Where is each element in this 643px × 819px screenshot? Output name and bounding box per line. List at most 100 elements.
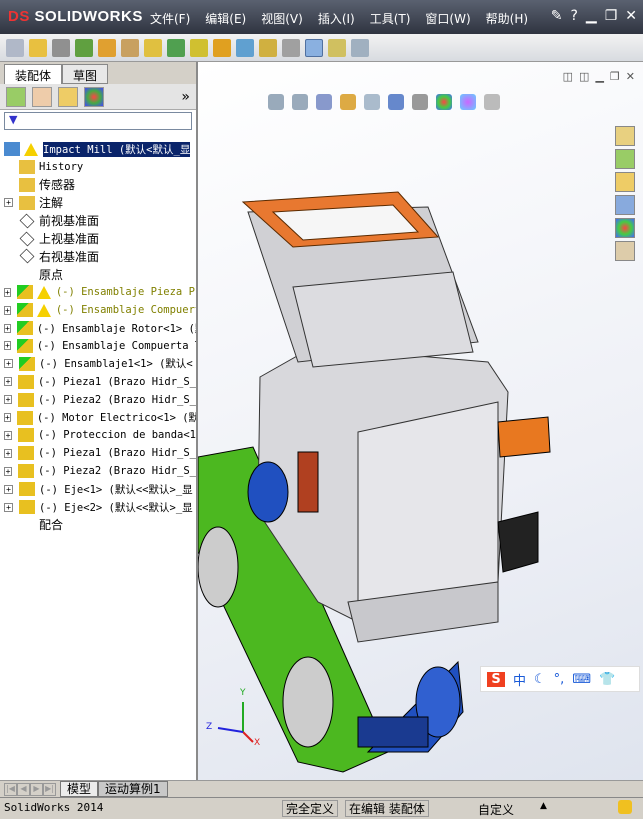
tree-item[interactable]: + (-) Motor Electrico<1> (默	[0, 409, 196, 427]
units-arrow-icon[interactable]: ▲	[540, 801, 547, 811]
menu-tools[interactable]: 工具(T)	[370, 10, 411, 27]
expand-icon[interactable]: +	[4, 323, 11, 333]
minimize-button[interactable]: ▁	[586, 8, 597, 24]
tree-item[interactable]: + (-) Ensamblaje1<1> (默认<	[0, 355, 196, 373]
tab-motion-study[interactable]: 运动算例1	[98, 781, 168, 797]
expand-icon[interactable]: +	[4, 484, 13, 494]
tree-item[interactable]: 上视基准面	[0, 230, 196, 248]
new-component-icon[interactable]	[6, 38, 24, 57]
tree-item[interactable]: 前视基准面	[0, 212, 196, 230]
shaft-coupling	[497, 416, 551, 458]
tree-item[interactable]: Impact Mill (默认<默认_显	[0, 140, 196, 158]
expand-icon[interactable]: +	[4, 287, 11, 297]
half-width-icon[interactable]: ☾	[534, 672, 546, 687]
status-app-version: SolidWorks 2014	[4, 801, 104, 814]
expand-icon[interactable]: +	[4, 430, 12, 440]
assembly-features-icon[interactable]	[167, 38, 185, 57]
tree-item[interactable]: + (-) Pieza1 (Brazo Hidr_S_	[0, 444, 196, 462]
last-tab-button[interactable]: ▶|	[43, 782, 56, 796]
next-tab-button[interactable]: ▶	[30, 782, 43, 796]
smart-fasteners-icon[interactable]	[98, 38, 116, 57]
feature-manager-icon[interactable]	[6, 86, 26, 107]
menu-help[interactable]: 帮助(H)	[486, 10, 528, 27]
plane-icon	[19, 231, 35, 246]
tree-item-label: (-) Ensamblaje1<1> (默认<	[39, 358, 193, 371]
snapshot-icon[interactable]	[351, 38, 369, 57]
menu-window[interactable]: 窗口(W)	[425, 10, 470, 27]
logo-text: SOLIDWORKS	[34, 8, 143, 25]
tree-item[interactable]: 原点	[0, 265, 196, 283]
tree-item[interactable]: + (-) Ensamblaje Compuerta T	[0, 337, 196, 355]
expand-icon[interactable]: +	[4, 198, 13, 208]
menu-view[interactable]: 视图(V)	[261, 10, 303, 27]
expand-icon[interactable]: +	[4, 377, 12, 387]
first-tab-button[interactable]: |◀	[4, 782, 17, 796]
mate-icon[interactable]	[52, 38, 70, 57]
tree-item[interactable]: + (-) Proteccion de banda<1	[0, 426, 196, 444]
tab-assembly[interactable]: 装配体	[4, 64, 63, 84]
keyboard-icon[interactable]: ⌨	[572, 672, 591, 687]
warning-icon	[36, 285, 51, 299]
restore-button[interactable]: ❐	[605, 8, 618, 24]
property-manager-icon[interactable]	[32, 86, 52, 107]
expand-panel-button[interactable]: »	[181, 89, 190, 105]
tree-item-label: (-) Proteccion de banda<1	[37, 429, 196, 442]
menu-edit[interactable]: 编辑(E)	[205, 10, 246, 27]
tree-item[interactable]: 右视基准面	[0, 247, 196, 265]
part-icon	[16, 410, 33, 425]
close-button[interactable]: ✕	[625, 8, 637, 24]
tree-item[interactable]: + (-) Eje<1> (默认<<默认>_显	[0, 480, 196, 498]
move-component-icon[interactable]	[121, 38, 139, 57]
tree-item[interactable]: + (-) Pieza2 (Brazo Hidr_S_	[0, 391, 196, 409]
tree-item[interactable]: + (-) Eje<2> (默认<<默认>_显	[0, 498, 196, 516]
tree-item[interactable]: + (-) Ensamblaje Compuert	[0, 301, 196, 319]
tree-item[interactable]: History	[0, 158, 196, 176]
instant3d-icon[interactable]	[305, 38, 323, 57]
punctuation-icon[interactable]: °,	[554, 672, 565, 687]
skin-icon[interactable]: 👕	[599, 672, 615, 687]
expand-icon[interactable]: +	[4, 502, 13, 512]
pin-icon[interactable]: ✎	[551, 8, 563, 24]
help-icon[interactable]: ?	[570, 8, 577, 24]
linear-pattern-icon[interactable]	[75, 38, 93, 57]
new-motion-study-icon[interactable]	[213, 38, 231, 57]
display-manager-icon[interactable]	[84, 86, 104, 107]
show-hidden-icon[interactable]	[144, 38, 162, 57]
explode-line-icon[interactable]	[282, 38, 300, 57]
tree-item[interactable]: + (-) Pieza2 (Brazo Hidr_S_	[0, 462, 196, 480]
menu-file[interactable]: 文件(F)	[150, 10, 190, 27]
ime-language-toggle[interactable]: 中	[513, 670, 526, 689]
bearing	[247, 461, 289, 523]
expand-icon[interactable]: +	[4, 341, 11, 351]
bill-of-materials-icon[interactable]	[236, 38, 254, 57]
expand-icon[interactable]: +	[4, 305, 11, 315]
graphics-area[interactable]: ◫ ◫ ▁ ❐ ✕ Y X Z S 中 ☾ °, ⌨ 👕	[198, 62, 643, 780]
expand-icon[interactable]: +	[4, 413, 11, 422]
tree-item[interactable]: 传感器	[0, 176, 196, 194]
configuration-manager-icon[interactable]	[58, 86, 78, 107]
tree-item[interactable]: + (-) Pieza1 (Brazo Hidr_S_	[0, 373, 196, 391]
tree-filter-input[interactable]: ▼	[4, 112, 192, 130]
expand-icon[interactable]: +	[4, 448, 12, 458]
tab-sketch[interactable]: 草图	[62, 64, 109, 84]
part-icon	[17, 374, 34, 389]
menu-insert[interactable]: 插入(I)	[318, 10, 355, 27]
tree-item[interactable]: + (-) Ensamblaje Rotor<1> (默	[0, 319, 196, 337]
tag-icon[interactable]	[618, 800, 632, 814]
triad-x-label: X	[254, 738, 261, 748]
status-units[interactable]: 自定义	[478, 801, 514, 818]
reference-geometry-icon[interactable]	[190, 38, 208, 57]
expand-icon[interactable]: +	[4, 466, 12, 476]
large-assembly-icon[interactable]	[328, 38, 346, 57]
tree-item[interactable]: + 注解	[0, 194, 196, 212]
tree-item[interactable]: 配合	[0, 516, 196, 534]
expand-icon[interactable]: +	[4, 395, 12, 405]
tab-model[interactable]: 模型	[60, 781, 99, 797]
insert-component-icon[interactable]	[29, 38, 47, 57]
tree-item[interactable]: + (-) Ensamblaje Pieza Pr	[0, 283, 196, 301]
prev-tab-button[interactable]: ◀	[17, 782, 30, 796]
expand-icon[interactable]: +	[4, 359, 13, 369]
plane-icon	[19, 248, 35, 264]
exploded-view-icon[interactable]	[259, 38, 277, 57]
hopper-lower	[292, 271, 474, 368]
